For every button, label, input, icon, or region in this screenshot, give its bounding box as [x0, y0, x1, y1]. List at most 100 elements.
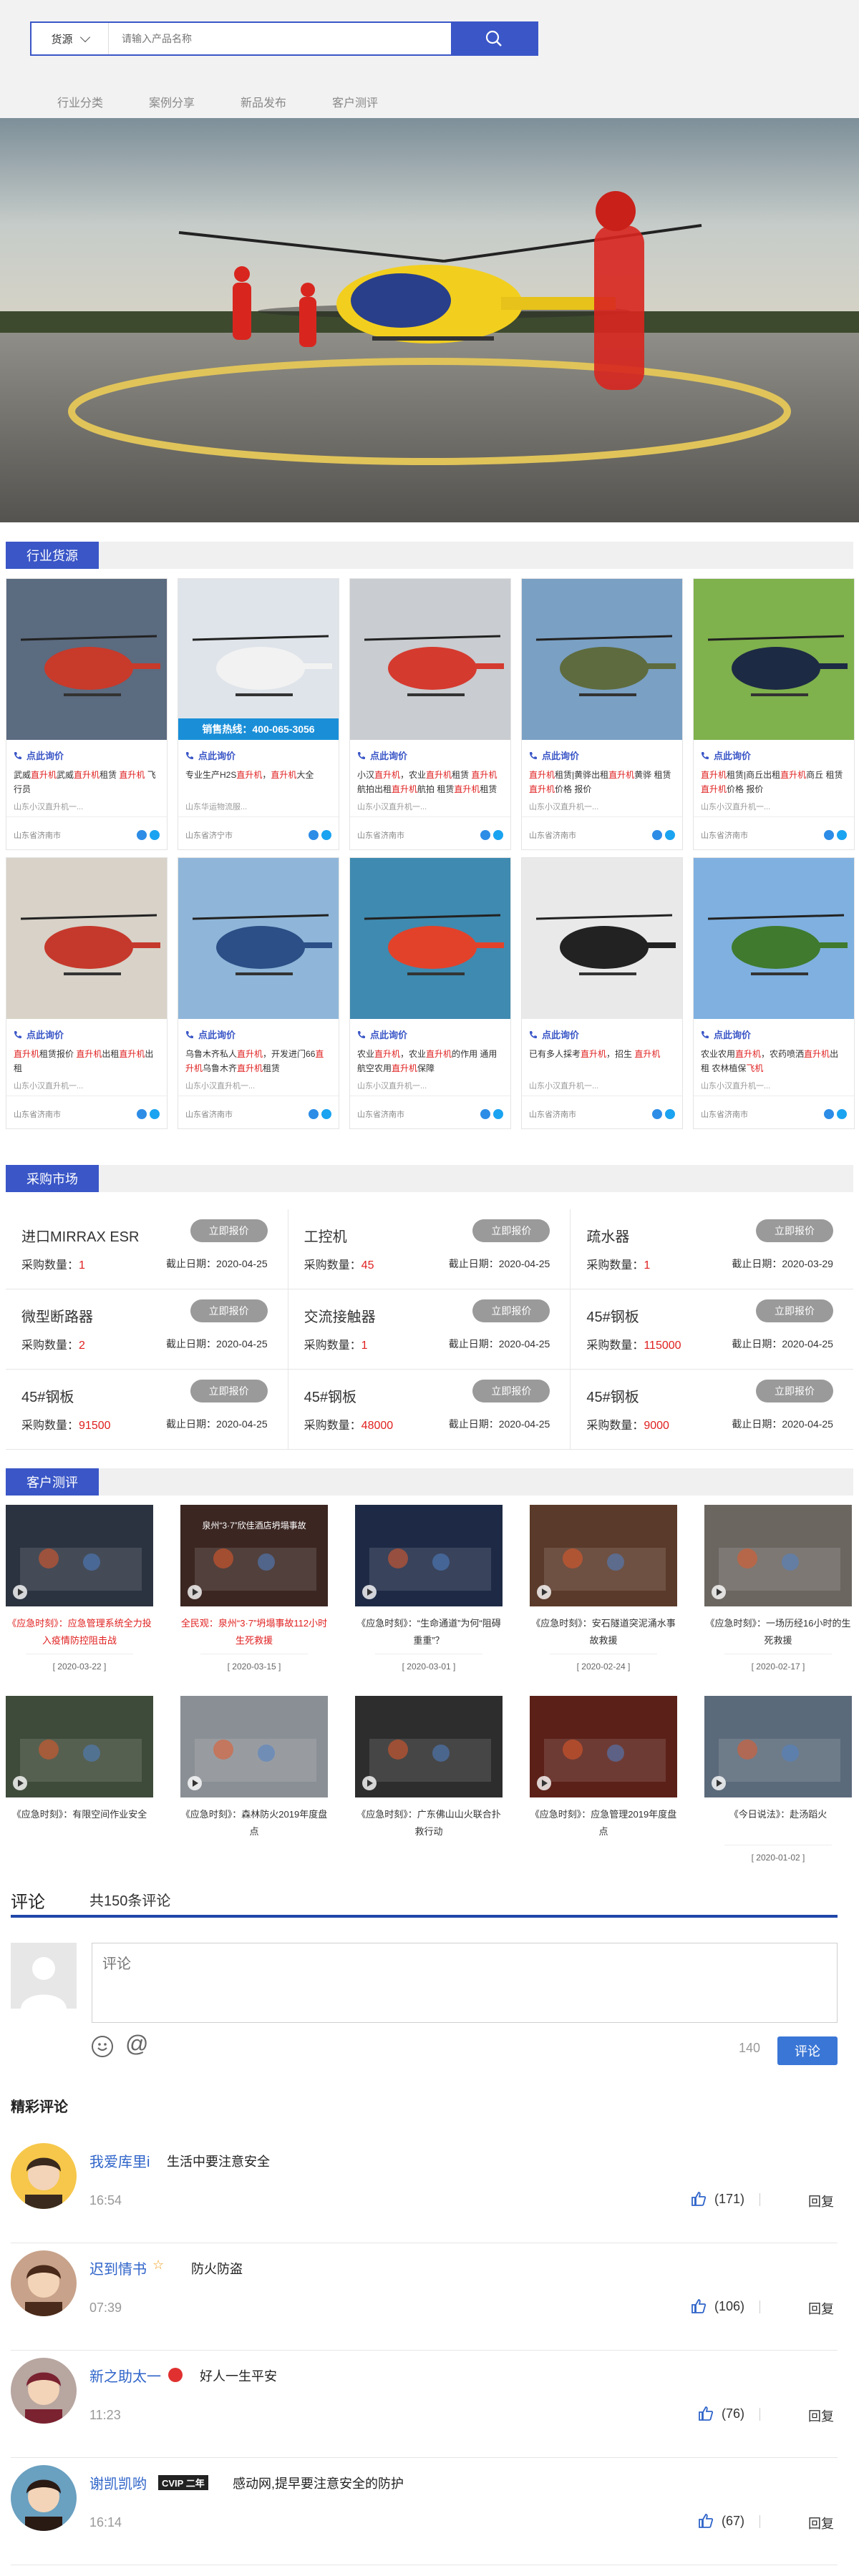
qq-icon[interactable] [321, 830, 331, 840]
nav-item-categories[interactable]: 行业分类 [57, 93, 149, 110]
commenter-name[interactable]: 迟到情书 [89, 2258, 147, 2278]
product-description[interactable]: 直升机租赁|商丘出租直升机商丘 租赁直升机价格 报价 [694, 768, 854, 796]
product-card[interactable]: 销售热线：400-065-3056 点此询价 专业生产H2S直升机，直升机大全 … [178, 578, 339, 850]
post-comment-button[interactable]: 评论 [777, 2036, 838, 2065]
product-image[interactable]: 销售热线：400-065-3056 [178, 579, 339, 740]
purchase-item-name[interactable]: 45#钢板 [304, 1385, 356, 1406]
inquiry-link[interactable]: 点此询价 [6, 1019, 167, 1047]
chat-icon[interactable] [137, 830, 147, 840]
like-button[interactable]: (67) [697, 2512, 744, 2529]
video-thumbnail[interactable]: 泉州“3·7”欣佳酒店坍塌事故 [180, 1505, 328, 1606]
video-card[interactable]: 《应急时刻》：一场历经16小时的生死救援 [ 2020-02-17 ] [704, 1505, 852, 1672]
chat-icon[interactable] [480, 830, 490, 840]
chat-icon[interactable] [652, 830, 662, 840]
product-image[interactable] [350, 579, 510, 740]
video-title[interactable]: 《应急时刻》：一场历经16小时的生死救援 [704, 1615, 852, 1649]
qq-icon[interactable] [493, 1109, 503, 1119]
play-icon[interactable] [712, 1585, 726, 1599]
video-title[interactable]: 《应急时刻》：应急管理2019年度盘点 [530, 1806, 677, 1840]
product-description[interactable]: 直升机租赁|黄骅出租直升机黄骅 租赁直升机价格 报价 [522, 768, 682, 796]
product-image[interactable] [6, 579, 167, 740]
commenter-name[interactable]: 谢凯凯哟 [89, 2472, 147, 2493]
video-card[interactable]: 《应急时刻》：“生命通道”为何“阻碍重重”？ [ 2020-03-01 ] [355, 1505, 503, 1672]
video-thumbnail[interactable] [530, 1696, 677, 1797]
company-name[interactable]: 山东小汉直升机一... [522, 796, 682, 817]
company-name[interactable]: 山东小汉直升机一... [6, 796, 167, 817]
inquiry-link[interactable]: 点此询价 [350, 740, 510, 768]
chat-icon[interactable] [824, 1109, 834, 1119]
tab-comments[interactable]: 评论 [11, 1888, 45, 1913]
chat-icon[interactable] [824, 830, 834, 840]
company-name[interactable]: 山东小汉直升机一... [694, 796, 854, 817]
inquiry-link[interactable]: 点此询价 [694, 740, 854, 768]
chat-icon[interactable] [652, 1109, 662, 1119]
quote-button[interactable]: 立即报价 [755, 1219, 833, 1242]
video-thumbnail[interactable] [180, 1696, 328, 1797]
video-thumbnail[interactable] [355, 1696, 503, 1797]
product-card[interactable]: 点此询价 直升机租赁|黄骅出租直升机黄骅 租赁直升机价格 报价 山东小汉直升机一… [521, 578, 683, 850]
quote-button[interactable]: 立即报价 [472, 1299, 550, 1322]
company-name[interactable]: 山东小汉直升机一... [522, 1075, 682, 1096]
product-description[interactable]: 小汉直升机，农业直升机租赁 直升机航拍出租直升机航拍 租赁直升机租赁 [350, 768, 510, 796]
quote-button[interactable]: 立即报价 [472, 1380, 550, 1402]
purchase-item-name[interactable]: 45#钢板 [21, 1385, 74, 1406]
play-icon[interactable] [13, 1776, 27, 1790]
like-button[interactable]: (171) [690, 2190, 744, 2207]
purchase-item-name[interactable]: 微型断路器 [21, 1305, 93, 1326]
product-image[interactable] [350, 858, 510, 1019]
product-description[interactable]: 专业生产H2S直升机，直升机大全 [178, 768, 339, 796]
qq-icon[interactable] [665, 1109, 675, 1119]
company-name[interactable]: 山东小汉直升机一... [178, 1075, 339, 1096]
inquiry-link[interactable]: 点此询价 [350, 1019, 510, 1047]
like-button[interactable]: (106) [690, 2298, 744, 2315]
avatar[interactable] [11, 2143, 77, 2209]
quote-button[interactable]: 立即报价 [755, 1380, 833, 1402]
product-description[interactable]: 乌鲁木齐私人直升机，开发进门66直升机乌鲁木齐直升机租赁 [178, 1047, 339, 1075]
reply-button[interactable]: 回复 [808, 2299, 834, 2318]
product-image[interactable] [694, 579, 854, 740]
video-card[interactable]: 《应急时刻》：森林防火2019年度盘点 [180, 1696, 328, 1863]
purchase-item-name[interactable]: 交流接触器 [304, 1305, 376, 1326]
play-icon[interactable] [537, 1585, 551, 1599]
video-thumbnail[interactable] [530, 1505, 677, 1606]
company-name[interactable]: 山东小汉直升机一... [694, 1075, 854, 1096]
product-card[interactable]: 点此询价 乌鲁木齐私人直升机，开发进门66直升机乌鲁木齐直升机租赁 山东小汉直升… [178, 857, 339, 1129]
video-card[interactable]: 泉州“3·7”欣佳酒店坍塌事故 全民观：泉州“3·7”坍塌事故112小时生死救援… [180, 1505, 328, 1672]
avatar[interactable] [11, 2250, 77, 2316]
purchase-item-name[interactable]: 工控机 [304, 1225, 347, 1246]
product-card[interactable]: 点此询价 武威直升机武威直升机租赁 直升机 飞行员 山东小汉直升机一... 山东… [6, 578, 168, 850]
nav-item-cases[interactable]: 案例分享 [149, 93, 241, 110]
qq-icon[interactable] [150, 830, 160, 840]
search-input[interactable] [109, 23, 451, 54]
video-title[interactable]: 《应急时刻》：广东佛山山火联合扑救行动 [355, 1806, 503, 1840]
play-icon[interactable] [13, 1585, 27, 1599]
inquiry-link[interactable]: 点此询价 [694, 1019, 854, 1047]
video-card[interactable]: 《应急时刻》：安石隧道突泥涌水事故救援 [ 2020-02-24 ] [530, 1505, 677, 1672]
play-icon[interactable] [362, 1776, 377, 1790]
play-icon[interactable] [712, 1776, 726, 1790]
product-card[interactable]: 点此询价 直升机租赁报价 直升机出租直升机出租 山东小汉直升机一... 山东省济… [6, 857, 168, 1129]
product-description[interactable]: 直升机租赁报价 直升机出租直升机出租 [6, 1047, 167, 1075]
company-name[interactable]: 山东小汉直升机一... [6, 1075, 167, 1096]
product-description[interactable]: 武威直升机武威直升机租赁 直升机 飞行员 [6, 768, 167, 796]
product-image[interactable] [522, 858, 682, 1019]
inquiry-link[interactable]: 点此询价 [178, 740, 339, 768]
chat-icon[interactable] [309, 1109, 319, 1119]
video-thumbnail[interactable] [6, 1505, 153, 1606]
purchase-item-name[interactable]: 45#钢板 [586, 1385, 639, 1406]
product-image[interactable] [6, 858, 167, 1019]
product-card[interactable]: 点此询价 小汉直升机，农业直升机租赁 直升机航拍出租直升机航拍 租赁直升机租赁 … [349, 578, 511, 850]
chat-icon[interactable] [309, 830, 319, 840]
quote-button[interactable]: 立即报价 [190, 1219, 268, 1242]
product-image[interactable] [178, 858, 339, 1019]
purchase-item-name[interactable]: 45#钢板 [586, 1305, 639, 1326]
play-icon[interactable] [188, 1776, 202, 1790]
video-thumbnail[interactable] [704, 1696, 852, 1797]
video-card[interactable]: 《应急时刻》：有限空间作业安全 [6, 1696, 153, 1863]
comment-input[interactable] [92, 1943, 838, 2023]
hero-banner[interactable] [0, 118, 859, 522]
company-name[interactable]: 山东小汉直升机一... [350, 1075, 510, 1096]
video-thumbnail[interactable] [6, 1696, 153, 1797]
play-icon[interactable] [537, 1776, 551, 1790]
product-card[interactable]: 点此询价 已有多人採考直升机，招生 直升机 山东小汉直升机一... 山东省济南市 [521, 857, 683, 1129]
